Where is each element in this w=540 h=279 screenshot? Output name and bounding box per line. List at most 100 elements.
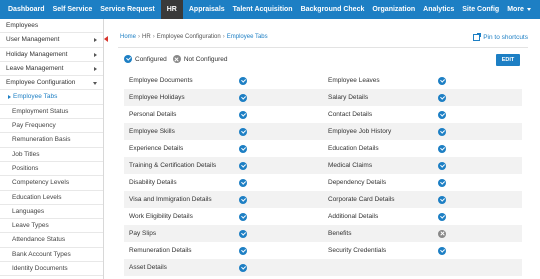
sidebar-item-label: Employees bbox=[6, 22, 39, 29]
tab-config-cell bbox=[323, 259, 522, 276]
sidebar-item-job-titles[interactable]: Job Titles bbox=[0, 148, 103, 162]
chevron-down-icon bbox=[93, 82, 97, 86]
tab-name: Asset Details bbox=[129, 264, 167, 271]
nav-service-request[interactable]: Service Request bbox=[96, 0, 158, 19]
tab-name: Additional Details bbox=[328, 213, 379, 220]
tab-name: Security Credentials bbox=[328, 247, 387, 254]
sidebar-item-holiday-management[interactable]: Holiday Management bbox=[0, 48, 103, 62]
tab-name: Employee Skills bbox=[129, 128, 175, 135]
breadcrumb-home[interactable]: Home bbox=[120, 34, 136, 40]
employee-tabs-grid: Employee Documents Employee Leaves Employe… bbox=[124, 72, 522, 276]
tab-name: Employee Holidays bbox=[129, 94, 185, 101]
edit-button[interactable]: EDIT bbox=[496, 54, 520, 66]
tab-name: Employee Documents bbox=[129, 77, 193, 84]
sidebar-item-education-levels[interactable]: Education Levels bbox=[0, 191, 103, 205]
sidebar-item-employee-tabs[interactable]: Employee Tabs bbox=[0, 90, 103, 105]
check-circle-icon bbox=[239, 229, 247, 238]
check-circle-icon bbox=[438, 161, 446, 170]
top-nav-bar: Dashboard Self Service Service Request H… bbox=[0, 0, 540, 19]
sidebar-item-competency-levels[interactable]: Competency Levels bbox=[0, 176, 103, 191]
check-circle-icon bbox=[239, 178, 247, 187]
check-circle-icon bbox=[438, 246, 446, 255]
caret-right-icon bbox=[8, 94, 11, 99]
nav-dashboard[interactable]: Dashboard bbox=[4, 0, 49, 19]
check-circle-icon bbox=[438, 127, 446, 136]
collapse-left-icon bbox=[104, 36, 108, 42]
pin-to-shortcuts-link[interactable]: Pin to shortcuts bbox=[473, 33, 528, 41]
tab-config-cell: Security Credentials bbox=[323, 242, 522, 259]
tab-name: Salary Details bbox=[328, 94, 369, 101]
nav-organization[interactable]: Organization bbox=[368, 0, 419, 19]
sidebar-item-identity-documents[interactable]: Identity Documents bbox=[0, 262, 103, 277]
check-circle-icon bbox=[239, 93, 247, 102]
tab-name: Contact Details bbox=[328, 111, 373, 118]
sidebar-item-positions[interactable]: Positions bbox=[0, 162, 103, 177]
sidebar-item-label: Leave Management bbox=[6, 64, 64, 72]
breadcrumb-separator: › bbox=[152, 34, 155, 40]
tab-config-cell: Training & Certification Details bbox=[124, 157, 323, 174]
check-circle-icon bbox=[438, 212, 446, 221]
check-circle-icon bbox=[239, 144, 247, 153]
nav-self-service[interactable]: Self Service bbox=[49, 0, 97, 19]
sidebar-item-leave-management[interactable]: Leave Management bbox=[0, 62, 103, 77]
nav-analytics[interactable]: Analytics bbox=[419, 0, 458, 19]
tab-name: Corporate Card Details bbox=[328, 196, 395, 203]
tab-name: Education Details bbox=[328, 145, 379, 152]
check-circle-icon bbox=[239, 110, 247, 119]
legend-configured: Configured bbox=[124, 55, 167, 63]
nav-background-check[interactable]: Background Check bbox=[297, 0, 369, 19]
header-divider bbox=[118, 47, 528, 48]
sidebar-item-remuneration-basis[interactable]: Remuneration Basis bbox=[0, 133, 103, 148]
tab-config-cell: Experience Details bbox=[124, 140, 323, 157]
check-circle-icon bbox=[239, 246, 247, 255]
tab-config-cell: Employee Leaves bbox=[323, 72, 522, 89]
check-circle-icon bbox=[239, 127, 247, 136]
legend-not-configured: Not Configured bbox=[172, 55, 228, 63]
table-row: Asset Details bbox=[124, 259, 522, 276]
nav-site-config[interactable]: Site Config bbox=[458, 0, 503, 19]
tab-config-cell: Salary Details bbox=[323, 89, 522, 106]
table-row: Work Eligibility Details Additional Detai… bbox=[124, 208, 522, 225]
sidebar-item-employees[interactable]: Employees bbox=[0, 19, 103, 34]
sidebar-item-leave-types[interactable]: Leave Types bbox=[0, 219, 103, 234]
check-circle-icon bbox=[438, 93, 446, 102]
check-circle-icon bbox=[438, 110, 446, 119]
tab-name: Disability Details bbox=[129, 179, 177, 186]
chevron-right-icon bbox=[94, 66, 97, 71]
status-legend: Configured Not Configured bbox=[124, 55, 234, 63]
nav-more[interactable]: More bbox=[503, 0, 535, 19]
tab-config-cell: Visa and Immigration Details bbox=[124, 191, 323, 208]
breadcrumb-separator: › bbox=[138, 34, 141, 40]
sidebar-item-languages[interactable]: Languages bbox=[0, 205, 103, 220]
tab-name: Personal Details bbox=[129, 111, 177, 118]
sidebar-item-user-management[interactable]: User Management bbox=[0, 33, 103, 48]
breadcrumb: Home › HR › Employee Configuration › Employee … bbox=[120, 34, 268, 40]
nav-hr[interactable]: HR bbox=[160, 0, 183, 19]
sidebar-collapse-toggle[interactable] bbox=[104, 34, 110, 44]
breadcrumb-current: Employee Tabs bbox=[226, 34, 268, 40]
breadcrumb-hr[interactable]: HR bbox=[142, 34, 151, 40]
sidebar-item-employee-configuration[interactable]: Employee Configuration bbox=[0, 76, 103, 91]
nav-appraisals[interactable]: Appraisals bbox=[185, 0, 229, 19]
table-row: Employee Documents Employee Leaves bbox=[124, 72, 522, 89]
table-row: Employee Skills Employee Job History bbox=[124, 123, 522, 140]
breadcrumb-separator: › bbox=[222, 34, 225, 40]
breadcrumb-employee-configuration[interactable]: Employee Configuration bbox=[157, 34, 221, 40]
check-circle-icon bbox=[239, 161, 247, 170]
sidebar-item-attendance-status[interactable]: Attendance Status bbox=[0, 233, 103, 248]
check-circle-icon bbox=[239, 195, 247, 204]
check-circle-icon bbox=[239, 76, 247, 85]
tab-name: Employee Leaves bbox=[328, 77, 380, 84]
nav-talent-acquisition[interactable]: Talent Acquisition bbox=[229, 0, 297, 19]
sidebar-item-label: Holiday Management bbox=[6, 50, 68, 58]
tab-config-cell: Asset Details bbox=[124, 259, 323, 276]
check-circle-icon bbox=[438, 76, 446, 85]
tab-config-cell: Corporate Card Details bbox=[323, 191, 522, 208]
tab-config-cell: Work Eligibility Details bbox=[124, 208, 323, 225]
sidebar-item-pay-frequency[interactable]: Pay Frequency bbox=[0, 119, 103, 134]
sidebar-item-employment-status[interactable]: Employment Status bbox=[0, 105, 103, 120]
tab-config-cell: Contact Details bbox=[323, 106, 522, 123]
table-row: Personal Details Contact Details bbox=[124, 106, 522, 123]
check-circle-icon bbox=[239, 212, 247, 221]
sidebar-item-bank-account-types[interactable]: Bank Account Types bbox=[0, 248, 103, 263]
